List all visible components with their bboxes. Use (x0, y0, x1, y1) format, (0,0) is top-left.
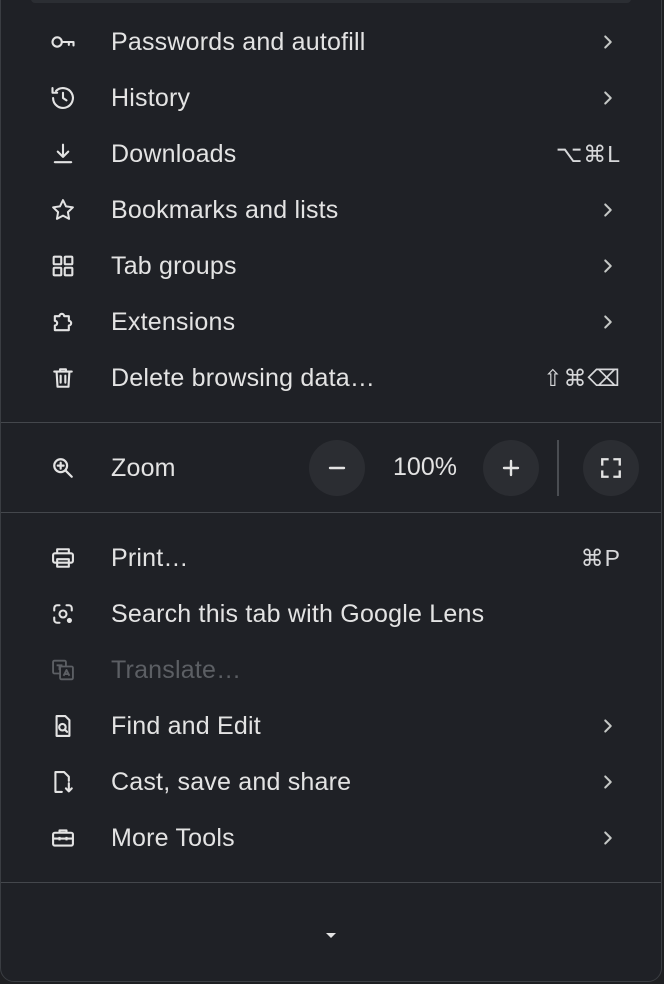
cast-save-share-icon (47, 766, 79, 798)
menu-item-label: History (111, 83, 191, 112)
plus-icon (502, 459, 520, 477)
fullscreen-button[interactable] (583, 440, 639, 496)
menu-divider (1, 422, 661, 423)
menu-item-downloads[interactable]: Downloads ⌥⌘L (1, 126, 661, 182)
menu-item-label: Find and Edit (111, 711, 261, 740)
chevron-right-icon (604, 91, 612, 105)
menu-divider (1, 512, 661, 513)
zoom-separator (557, 440, 559, 496)
translate-icon (47, 654, 79, 686)
menu-item-extensions[interactable]: Extensions (1, 294, 661, 350)
expand-menu-button[interactable] (301, 917, 361, 953)
zoom-magnifier-icon (47, 452, 79, 484)
menu-item-label: Passwords and autofill (111, 27, 366, 56)
menu-item-history[interactable]: History (1, 70, 661, 126)
find-page-icon (47, 710, 79, 742)
zoom-out-button[interactable] (309, 440, 365, 496)
keyboard-shortcut: ⇧⌘⌫ (543, 364, 621, 391)
keyboard-shortcut: ⌘P (580, 544, 621, 571)
chevron-right-icon (604, 719, 612, 733)
menu-item-label: Tab groups (111, 251, 237, 280)
zoom-level-value: 100% (393, 453, 457, 481)
google-lens-icon (47, 598, 79, 630)
menu-item-google-lens[interactable]: Search this tab with Google Lens (1, 586, 661, 642)
chevron-right-icon (604, 203, 612, 217)
toolbox-icon (47, 822, 79, 854)
browser-app-menu: Passwords and autofill History Downloads… (0, 0, 662, 982)
tab-groups-icon (47, 250, 79, 282)
menu-divider (1, 882, 661, 883)
menu-item-passwords[interactable]: Passwords and autofill (1, 14, 661, 70)
menu-item-label: Extensions (111, 307, 236, 336)
menu-item-label: Bookmarks and lists (111, 195, 339, 224)
menu-item-label: Delete browsing data… (111, 363, 376, 392)
zoom-label: Zoom (111, 453, 176, 482)
menu-item-label: Print… (111, 543, 189, 572)
zoom-in-button[interactable] (483, 440, 539, 496)
minus-icon (328, 466, 346, 470)
chevron-right-icon (604, 259, 612, 273)
puzzle-icon (47, 306, 79, 338)
chevron-right-icon (604, 775, 612, 789)
menu-item-cast-save-share[interactable]: Cast, save and share (1, 754, 661, 810)
menu-item-print[interactable]: Print… ⌘P (1, 530, 661, 586)
keyboard-shortcut: ⌥⌘L (555, 140, 621, 167)
menu-item-label: More Tools (111, 823, 235, 852)
fullscreen-icon (601, 458, 621, 478)
menu-item-label: Downloads (111, 139, 237, 168)
history-icon (47, 82, 79, 114)
menu-item-delete-browsing-data[interactable]: Delete browsing data… ⇧⌘⌫ (1, 350, 661, 406)
menu-item-label: Cast, save and share (111, 767, 352, 796)
star-icon (47, 194, 79, 226)
chevron-right-icon (604, 831, 612, 845)
menu-item-more-tools[interactable]: More Tools (1, 810, 661, 866)
menu-top-edge (31, 0, 631, 3)
printer-icon (47, 542, 79, 574)
menu-item-label: Search this tab with Google Lens (111, 599, 485, 628)
chevron-right-icon (604, 35, 612, 49)
download-icon (47, 138, 79, 170)
menu-item-translate: Translate… (1, 642, 661, 698)
caret-down-icon (326, 933, 336, 938)
menu-item-find-and-edit[interactable]: Find and Edit (1, 698, 661, 754)
key-icon (47, 26, 79, 58)
chevron-right-icon (604, 315, 612, 329)
menu-item-bookmarks[interactable]: Bookmarks and lists (1, 182, 661, 238)
menu-item-tab-groups[interactable]: Tab groups (1, 238, 661, 294)
trash-icon (47, 362, 79, 394)
menu-item-label: Translate… (111, 655, 242, 684)
